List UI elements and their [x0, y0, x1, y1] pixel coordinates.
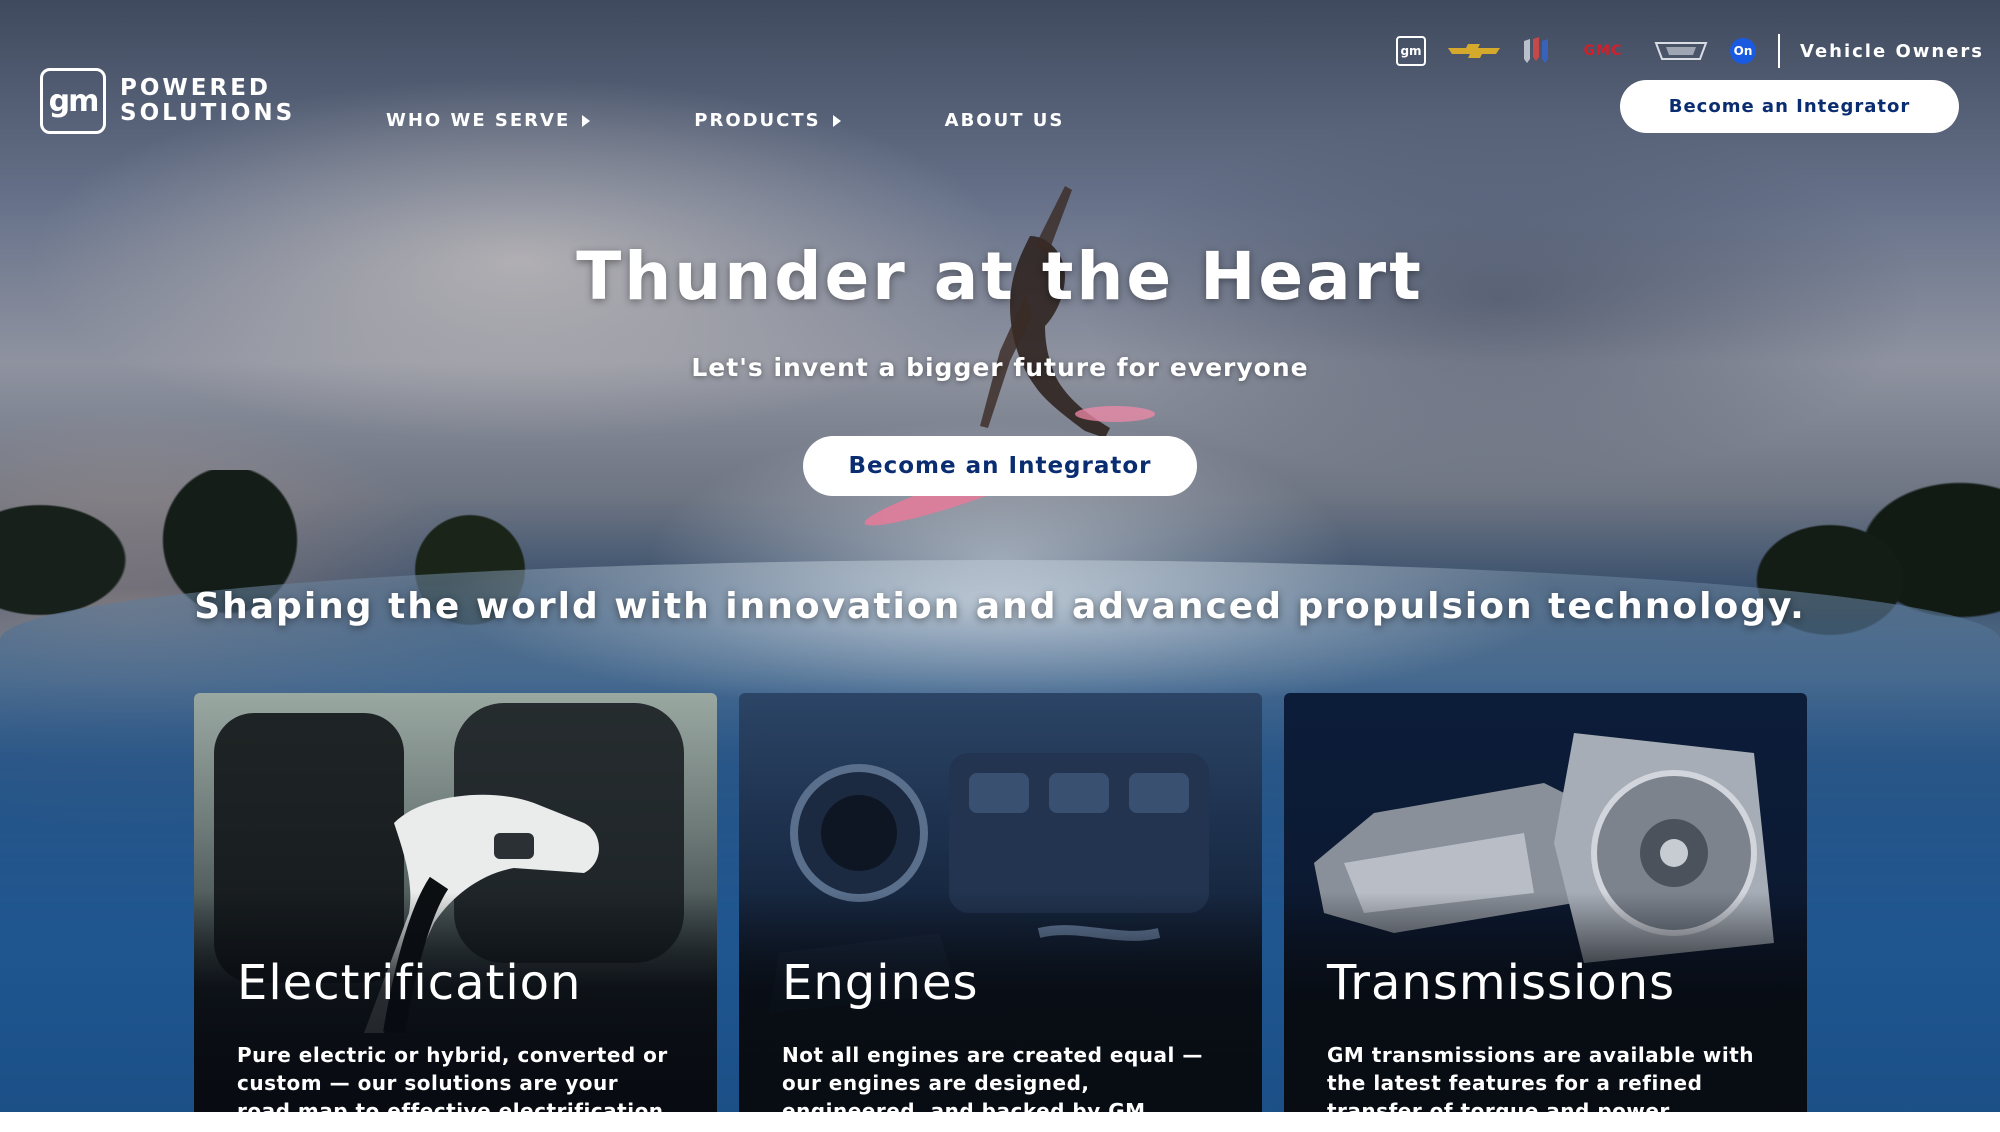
become-integrator-hero-button[interactable]: Become an Integrator — [803, 436, 1197, 496]
hero-title: Thunder at the Heart — [576, 238, 1424, 315]
gmc-logo-icon[interactable]: GMC — [1574, 43, 1632, 59]
page-bottom-strip — [0, 1112, 2000, 1132]
gm-powered-solutions-logo[interactable]: gm POWERED SOLUTIONS — [40, 68, 295, 134]
nav-products-label: PRODUCTS — [694, 110, 821, 131]
main-navigation: WHO WE SERVE PRODUCTS ABOUT US — [386, 110, 1064, 131]
brand-bar-divider — [1778, 34, 1780, 68]
cadillac-logo-icon[interactable] — [1654, 41, 1708, 61]
nav-about-us-label: ABOUT US — [944, 110, 1065, 131]
caret-right-icon — [582, 114, 591, 127]
vehicle-owners-link[interactable]: Vehicle Owners — [1800, 41, 1984, 62]
logo-line-powered: POWERED — [120, 75, 272, 101]
chevrolet-logo-icon[interactable] — [1448, 44, 1500, 58]
logo-line-solutions: SOLUTIONS — [120, 100, 296, 126]
card-title-engines: Engines — [782, 955, 979, 1011]
hero-subtitle: Let's invent a bigger future for everyon… — [691, 353, 1309, 382]
nav-about-us[interactable]: ABOUT US — [945, 110, 1065, 131]
nav-who-we-serve[interactable]: WHO WE SERVE — [386, 110, 591, 131]
nav-products[interactable]: PRODUCTS — [694, 110, 841, 131]
buick-logo-icon[interactable] — [1522, 37, 1552, 65]
brand-bar: gm GMC On Vehicle Owners — [1396, 34, 1984, 68]
gm-logo-icon[interactable]: gm — [1396, 36, 1426, 66]
hero-tagline: Shaping the world with innovation and ad… — [194, 586, 1806, 627]
logo-wordmark: POWERED SOLUTIONS — [120, 76, 295, 126]
card-transmissions[interactable]: Transmissions GM transmissions are avail… — [1284, 693, 1807, 1132]
gm-logo-mark: gm — [40, 68, 106, 134]
onstar-logo-icon[interactable]: On — [1730, 38, 1756, 64]
card-title-electrification: Electrification — [237, 955, 582, 1011]
card-electrification[interactable]: Electrification Pure electric or hybrid,… — [194, 693, 717, 1132]
nav-who-we-serve-label: WHO WE SERVE — [386, 110, 571, 131]
caret-right-icon — [832, 114, 841, 127]
become-integrator-header-button[interactable]: Become an Integrator — [1620, 80, 1959, 133]
card-engines[interactable]: Engines Not all engines are created equa… — [739, 693, 1262, 1132]
card-title-transmissions: Transmissions — [1327, 955, 1676, 1011]
